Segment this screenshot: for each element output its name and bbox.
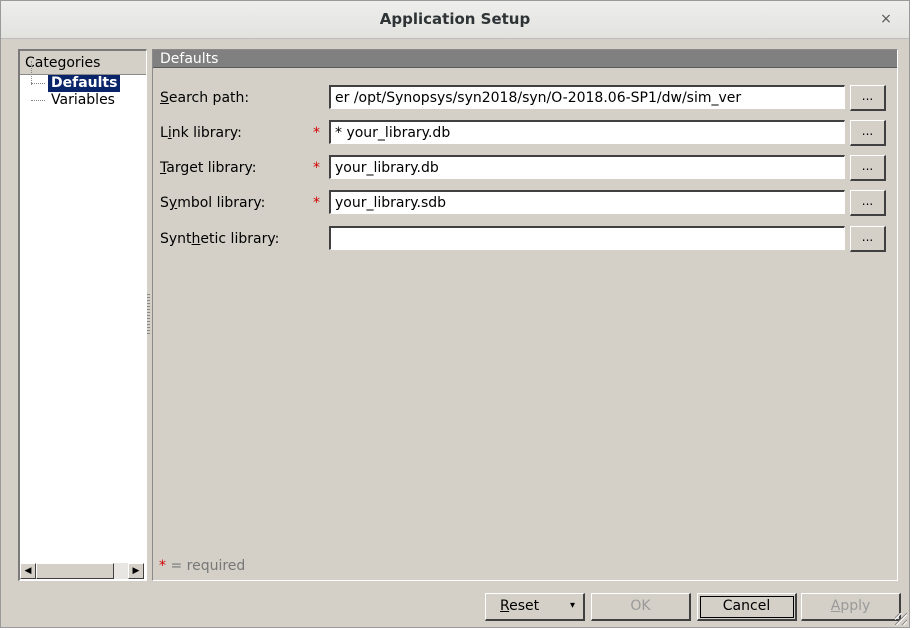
application-setup-dialog: Application Setup × Categories Defaults … xyxy=(0,0,910,628)
close-icon[interactable]: × xyxy=(877,10,895,28)
window-title: Application Setup xyxy=(379,10,531,28)
target-library-row: Target library: * ... xyxy=(153,155,897,181)
search-path-browse-button[interactable]: ... xyxy=(850,85,886,111)
required-legend: * = required xyxy=(159,558,246,574)
categories-panel: Categories Defaults Variables xyxy=(18,49,147,581)
symbol-library-row: Symbol library: * ... xyxy=(153,190,897,216)
target-library-browse-button[interactable]: ... xyxy=(850,155,886,181)
reset-button[interactable]: Reset ▾ xyxy=(485,593,585,621)
title-bar: Application Setup × xyxy=(1,1,909,39)
settings-panel: Defaults Search path: ... Link library: … xyxy=(152,49,898,581)
link-library-input[interactable] xyxy=(329,120,845,144)
tree-label-variables[interactable]: Variables xyxy=(48,92,118,109)
resize-grip[interactable] xyxy=(895,613,907,625)
scroll-track[interactable] xyxy=(36,563,128,579)
symbol-library-input[interactable] xyxy=(329,190,845,214)
link-library-label: Link library: xyxy=(160,125,242,141)
search-path-label: Search path: xyxy=(160,90,250,106)
synthetic-library-row: Synthetic library: ... xyxy=(153,226,897,252)
categories-horizontal-scrollbar[interactable]: ◀ ▶ xyxy=(20,563,144,579)
symbol-library-label: Symbol library: xyxy=(160,195,266,211)
splitter-handle[interactable] xyxy=(147,294,150,334)
tree-item-defaults[interactable]: Defaults xyxy=(20,75,146,92)
synthetic-library-label: Synthetic library: xyxy=(160,231,280,247)
link-library-browse-button[interactable]: ... xyxy=(850,120,886,146)
search-path-input[interactable] xyxy=(329,85,845,109)
synthetic-library-browse-button[interactable]: ... xyxy=(850,226,886,252)
tree-item-variables[interactable]: Variables xyxy=(20,92,146,109)
target-library-label: Target library: xyxy=(160,160,257,176)
scroll-left-icon[interactable]: ◀ xyxy=(20,563,36,579)
required-marker: * xyxy=(313,125,320,141)
chevron-down-icon[interactable]: ▾ xyxy=(570,594,575,618)
search-path-row: Search path: ... xyxy=(153,85,897,111)
scroll-thumb[interactable] xyxy=(36,563,114,579)
cancel-button[interactable]: Cancel xyxy=(697,593,797,621)
categories-header: Categories xyxy=(20,51,146,75)
apply-button[interactable]: Apply xyxy=(801,593,901,621)
target-library-input[interactable] xyxy=(329,155,845,179)
ok-button[interactable]: OK xyxy=(591,593,691,621)
required-marker: * xyxy=(313,160,320,176)
tree-branch xyxy=(31,83,45,84)
section-title: Defaults xyxy=(153,50,897,68)
categories-tree: Defaults Variables xyxy=(20,61,146,109)
scroll-right-icon[interactable]: ▶ xyxy=(128,563,144,579)
synthetic-library-input[interactable] xyxy=(329,226,845,250)
required-marker: * xyxy=(313,195,320,211)
tree-branch xyxy=(31,100,45,101)
tree-label-defaults[interactable]: Defaults xyxy=(48,75,121,92)
link-library-row: Link library: * ... xyxy=(153,120,897,146)
symbol-library-browse-button[interactable]: ... xyxy=(850,190,886,216)
